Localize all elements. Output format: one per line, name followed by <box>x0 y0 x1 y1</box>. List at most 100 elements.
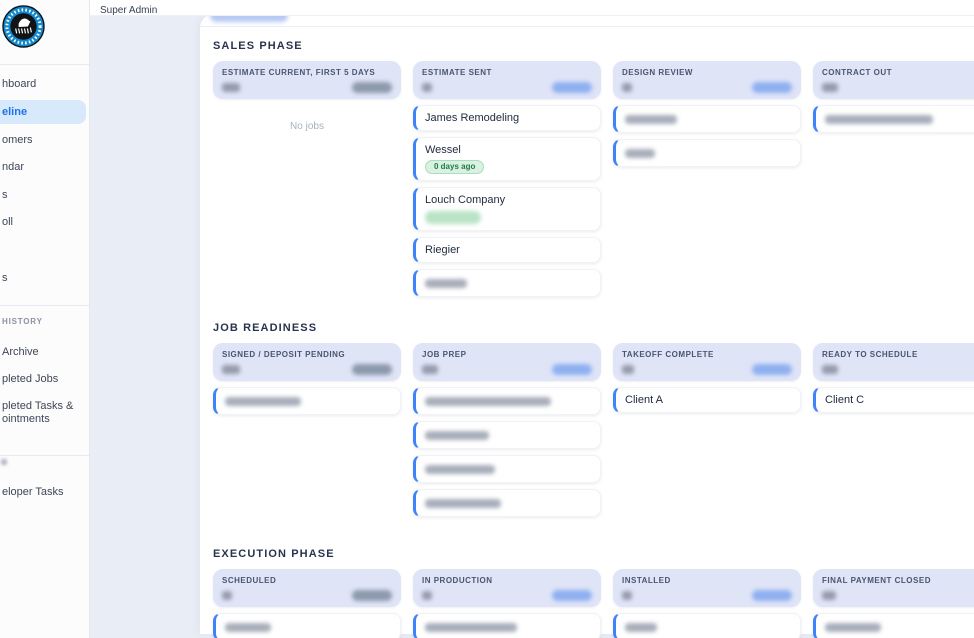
pipeline-panel: SALES PHASE ESTIMATE CURRENT, FIRST 5 DA… <box>200 14 974 634</box>
days-ago-badge-redacted <box>425 211 481 224</box>
sidebar-item-completed-tasks-appointments[interactable]: pleted Tasks & ointments <box>0 394 80 432</box>
job-card-label: Client C <box>825 394 974 406</box>
column-header: DESIGN REVIEW <box>613 61 801 99</box>
column-design-review: DESIGN REVIEW <box>613 61 801 167</box>
job-count-redacted <box>422 591 432 600</box>
column-title: FINAL PAYMENT CLOSED <box>822 576 974 585</box>
job-card-redacted[interactable] <box>413 455 601 483</box>
column-title: IN PRODUCTION <box>422 576 592 585</box>
job-card-label-redacted <box>425 431 489 440</box>
sidebar-divider <box>0 305 89 306</box>
sidebar-item-payroll[interactable]: oll <box>0 210 86 234</box>
sidebar-item-calendar[interactable]: ndar <box>0 155 86 179</box>
sidebar-item-archive[interactable]: Archive <box>0 340 86 364</box>
days-ago-badge: 0 days ago <box>425 160 484 174</box>
column-header: INSTALLED <box>613 569 801 607</box>
card-list <box>813 105 974 133</box>
sidebar-item-developer-tasks[interactable]: eloper Tasks <box>0 480 86 504</box>
card-list: Client A <box>613 387 801 413</box>
job-readiness-columns: SIGNED / DEPOSIT PENDING JOB PREP <box>213 343 974 517</box>
job-card-redacted[interactable] <box>413 421 601 449</box>
job-card-redacted[interactable] <box>613 139 801 167</box>
sidebar: hboard eline omers ndar s oll s HISTORY … <box>0 0 90 638</box>
column-final-payment-closed: FINAL PAYMENT CLOSED <box>813 569 974 638</box>
job-card-label-redacted <box>625 623 657 632</box>
job-card-label-redacted <box>425 279 467 288</box>
header-badge-redacted <box>552 364 592 375</box>
column-header: SCHEDULED <box>213 569 401 607</box>
header-badge-redacted <box>552 590 592 601</box>
job-card-label-redacted <box>825 623 881 632</box>
header-badge-redacted <box>352 82 392 93</box>
sidebar-item-jobs[interactable]: s <box>0 183 86 207</box>
pipeline-board: SALES PHASE ESTIMATE CURRENT, FIRST 5 DA… <box>200 40 974 638</box>
header-badge-redacted <box>552 82 592 93</box>
job-card-redacted[interactable] <box>413 269 601 297</box>
sidebar-divider <box>0 64 89 65</box>
job-card-redacted[interactable] <box>413 387 601 415</box>
job-card-label-redacted <box>225 397 301 406</box>
job-card-redacted[interactable] <box>413 613 601 638</box>
section-title-sales-phase: SALES PHASE <box>213 40 974 52</box>
column-title: SIGNED / DEPOSIT PENDING <box>222 350 392 359</box>
job-card-redacted[interactable] <box>213 387 401 415</box>
job-card-redacted[interactable] <box>413 489 601 517</box>
column-in-production: IN PRODUCTION <box>413 569 601 638</box>
job-card[interactable]: James Remodeling <box>413 105 601 131</box>
job-card-redacted[interactable] <box>613 105 801 133</box>
job-card-label: Riegier <box>425 244 591 256</box>
job-count-redacted <box>622 365 634 374</box>
job-card-label-redacted <box>425 465 495 474</box>
column-header: READY TO SCHEDULE <box>813 343 974 381</box>
job-card[interactable]: Wessel 0 days ago <box>413 137 601 181</box>
sidebar-item-completed-jobs[interactable]: pleted Jobs <box>0 367 86 391</box>
user-role-label: Super Admin <box>90 2 157 16</box>
sidebar-item-dashboard[interactable]: hboard <box>0 72 86 96</box>
header-badge-redacted <box>352 590 392 601</box>
job-card-redacted[interactable] <box>213 613 401 638</box>
column-scheduled: SCHEDULED <box>213 569 401 638</box>
job-count-redacted <box>622 83 632 92</box>
card-list <box>813 613 974 638</box>
column-estimate-sent: ESTIMATE SENT James Remodeling Wessel 0 … <box>413 61 601 297</box>
column-title: JOB PREP <box>422 350 592 359</box>
job-card-label-redacted <box>425 623 517 632</box>
column-title: SCHEDULED <box>222 576 392 585</box>
header-badge-redacted <box>752 590 792 601</box>
column-signed-deposit-pending: SIGNED / DEPOSIT PENDING <box>213 343 401 415</box>
sidebar-item-pipeline[interactable]: eline <box>0 100 86 124</box>
job-card-redacted[interactable] <box>613 613 801 638</box>
sidebar-item-customers[interactable]: omers <box>0 128 86 152</box>
column-installed: INSTALLED <box>613 569 801 638</box>
job-card[interactable]: Riegier <box>413 237 601 263</box>
card-list <box>613 105 801 167</box>
company-logo-icon[interactable] <box>2 5 45 48</box>
job-card-redacted[interactable] <box>813 105 974 133</box>
sidebar-section-history-label: HISTORY <box>2 317 43 326</box>
card-list <box>413 387 601 517</box>
job-count-redacted <box>822 83 838 92</box>
job-card-label-redacted <box>225 623 271 632</box>
column-header: FINAL PAYMENT CLOSED <box>813 569 974 607</box>
job-count-redacted <box>822 365 838 374</box>
job-count-redacted <box>222 83 240 92</box>
execution-phase-columns: SCHEDULED IN PRODUCTI <box>213 569 974 638</box>
job-card-redacted[interactable] <box>813 613 974 638</box>
job-card-label: Louch Company <box>425 194 591 206</box>
sidebar-divider <box>0 455 89 456</box>
column-header: SIGNED / DEPOSIT PENDING <box>213 343 401 381</box>
column-job-prep: JOB PREP <box>413 343 601 517</box>
column-title: ESTIMATE SENT <box>422 68 592 77</box>
job-card-label-redacted <box>425 397 551 406</box>
job-count-redacted <box>422 365 438 374</box>
job-count-redacted <box>222 365 240 374</box>
column-header: JOB PREP <box>413 343 601 381</box>
job-card[interactable]: Client C <box>813 387 974 413</box>
card-list <box>213 387 401 415</box>
column-title: TAKEOFF COMPLETE <box>622 350 792 359</box>
header-badge-redacted <box>752 82 792 93</box>
sidebar-item-truncated[interactable]: s <box>0 266 86 290</box>
job-card[interactable]: Louch Company <box>413 187 601 231</box>
job-card[interactable]: Client A <box>613 387 801 413</box>
card-list: James Remodeling Wessel 0 days ago Louch… <box>413 105 601 297</box>
